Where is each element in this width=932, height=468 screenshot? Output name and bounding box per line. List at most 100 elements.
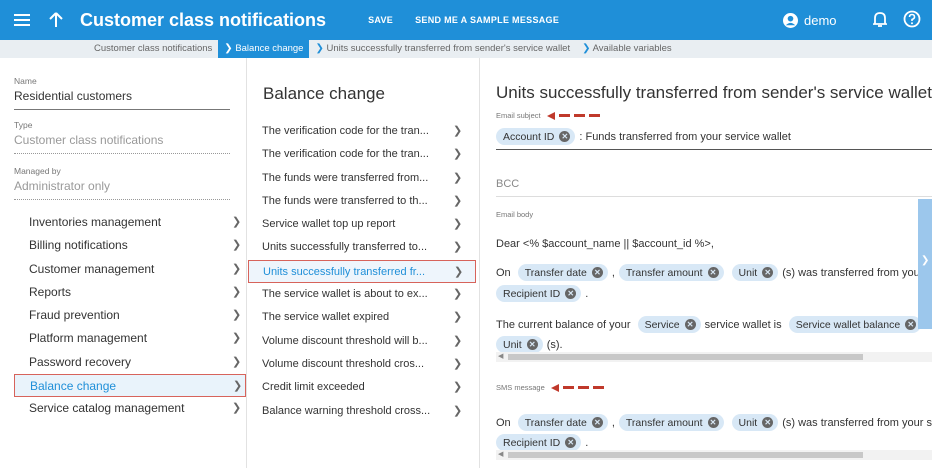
- notification-list-panel: Balance change The verification code for…: [247, 58, 480, 468]
- close-icon[interactable]: ✕: [905, 319, 917, 330]
- help-icon[interactable]: [903, 10, 921, 33]
- body-line[interactable]: The current balance of your Service ✕ ser…: [496, 316, 925, 333]
- close-icon[interactable]: ✕: [684, 319, 696, 330]
- chip-label: Service wallet balance: [795, 318, 901, 331]
- variable-chip[interactable]: Unit ✕: [731, 264, 779, 281]
- variable-chip[interactable]: Account ID ✕: [496, 128, 576, 145]
- up-arrow-icon[interactable]: [42, 0, 70, 40]
- variable-chip[interactable]: Transfer date ✕: [517, 414, 608, 431]
- nav-item-active[interactable]: Balance change ❯: [14, 374, 246, 398]
- chip-label: Recipient ID: [503, 287, 561, 300]
- close-icon[interactable]: ✕: [526, 339, 538, 350]
- item-label: The service wallet expired: [262, 311, 390, 324]
- variable-chip[interactable]: Transfer date ✕: [517, 264, 608, 281]
- nav-item[interactable]: Platform management ❯: [14, 327, 246, 350]
- item-label: Units successfully transferred fr...: [263, 265, 425, 278]
- horizontal-scrollbar[interactable]: ◀: [496, 352, 932, 362]
- breadcrumb-item[interactable]: ❯ Available variables: [576, 40, 678, 58]
- nav-item[interactable]: Customer management ❯: [14, 258, 246, 281]
- item-label: Credit limit exceeded: [262, 381, 365, 394]
- field-label: Managed by: [14, 166, 61, 176]
- arrow-left-icon: [546, 111, 600, 120]
- bcc-field[interactable]: BCC: [496, 178, 932, 197]
- send-sample-button[interactable]: SEND ME A SAMPLE MESSAGE: [415, 15, 559, 25]
- nav-item[interactable]: Billing notifications ❯: [14, 234, 246, 257]
- sms-line[interactable]: On Transfer date ✕, Transfer amount ✕ Unit…: [496, 414, 932, 431]
- label-text: SMS message: [496, 383, 545, 392]
- nav-item[interactable]: Password recovery ❯: [14, 351, 246, 374]
- breadcrumb: Customer class notifications ❯ Balance c…: [0, 40, 932, 58]
- body-line[interactable]: On Transfer date ✕, Transfer amount ✕ Unit…: [496, 264, 932, 281]
- chevron-right-icon: ❯: [453, 218, 463, 231]
- close-icon[interactable]: ✕: [559, 131, 571, 142]
- user-menu[interactable]: demo: [783, 0, 837, 40]
- close-icon[interactable]: ✕: [707, 267, 719, 278]
- variable-chip[interactable]: Recipient ID ✕: [496, 434, 582, 451]
- list-item[interactable]: The funds were transferred to th... ❯: [248, 190, 476, 213]
- body-text: ,: [611, 416, 615, 429]
- close-icon[interactable]: ✕: [565, 288, 577, 299]
- label-text: Email subject: [496, 111, 541, 120]
- chip-label: Recipient ID: [503, 436, 561, 449]
- close-icon[interactable]: ✕: [762, 417, 774, 428]
- list-item[interactable]: The service wallet expired ❯: [248, 306, 476, 329]
- list-item[interactable]: Service wallet top up report ❯: [248, 213, 476, 236]
- variable-chip[interactable]: Recipient ID ✕: [496, 285, 582, 302]
- chevron-right-icon: ❯: [232, 332, 242, 345]
- list-item[interactable]: The verification code for the tran... ❯: [248, 120, 476, 143]
- close-icon[interactable]: ✕: [762, 267, 774, 278]
- menu-icon[interactable]: [2, 0, 42, 40]
- body-greeting[interactable]: Dear <% $account_name || $account_id %>,: [496, 238, 714, 250]
- close-icon[interactable]: ✕: [591, 417, 603, 428]
- close-icon[interactable]: ✕: [591, 267, 603, 278]
- list-item[interactable]: Credit limit exceeded ❯: [248, 376, 476, 399]
- list-item[interactable]: Units successfully transferred to... ❯: [248, 236, 476, 259]
- list-item[interactable]: The funds were transferred from... ❯: [248, 167, 476, 190]
- nav-item[interactable]: Service catalog management ❯: [14, 397, 246, 420]
- variable-chip[interactable]: Unit ✕: [496, 336, 543, 353]
- body-text: The current balance of your: [496, 318, 631, 331]
- list-item[interactable]: Volume discount threshold cros... ❯: [248, 353, 476, 376]
- nav-item[interactable]: Reports ❯: [14, 281, 246, 304]
- breadcrumb-item[interactable]: ❯ Units successfully transferred from se…: [309, 40, 576, 58]
- field-value[interactable]: Residential customers: [14, 89, 230, 110]
- variable-chip[interactable]: Service wallet balance ✕: [788, 316, 922, 333]
- email-body-label: Email body: [496, 210, 534, 219]
- name-field[interactable]: Name Residential customers: [14, 76, 230, 110]
- breadcrumb-item[interactable]: Customer class notifications: [0, 40, 218, 58]
- list-item[interactable]: Volume discount threshold will b... ❯: [248, 330, 476, 353]
- scrollbar-thumb[interactable]: [508, 452, 863, 458]
- sms-line[interactable]: Recipient ID ✕.: [496, 434, 588, 451]
- variable-chip[interactable]: Transfer amount ✕: [618, 414, 724, 431]
- variable-chip[interactable]: Service ✕: [637, 316, 701, 333]
- user-name: demo: [804, 12, 837, 28]
- horizontal-scrollbar[interactable]: ◀: [496, 450, 932, 460]
- list-item-active[interactable]: Units successfully transferred fr... ❯: [248, 259, 476, 284]
- save-button[interactable]: SAVE: [368, 15, 393, 25]
- close-icon[interactable]: ✕: [565, 437, 577, 448]
- breadcrumb-item-active[interactable]: ❯ Balance change: [218, 40, 310, 58]
- scrollbar-thumb[interactable]: [508, 354, 863, 360]
- body-line[interactable]: Recipient ID ✕.: [496, 285, 588, 302]
- nav-item[interactable]: Inventories management ❯: [14, 211, 246, 234]
- list-item[interactable]: Balance warning threshold cross... ❯: [248, 400, 476, 423]
- item-label: The verification code for the tran...: [262, 148, 429, 161]
- nav-item[interactable]: Fraud prevention ❯: [14, 304, 246, 327]
- chip-label: Account ID: [503, 130, 555, 143]
- bell-icon[interactable]: [871, 11, 889, 33]
- side-panel-toggle[interactable]: ❯: [918, 199, 932, 329]
- list-item[interactable]: The verification code for the tran... ❯: [248, 143, 476, 166]
- email-subject-field[interactable]: Account ID ✕ : Funds transferred from you…: [496, 124, 932, 150]
- scroll-left-icon[interactable]: ◀: [498, 450, 503, 460]
- chevron-right-icon: ❯: [453, 241, 463, 254]
- body-line[interactable]: Unit ✕ (s).: [496, 336, 563, 353]
- chip-label: Transfer date: [524, 266, 587, 279]
- variable-chip[interactable]: Transfer amount ✕: [618, 264, 724, 281]
- variable-chip[interactable]: Unit ✕: [731, 414, 779, 431]
- chevron-right-icon: ❯: [453, 288, 463, 301]
- close-icon[interactable]: ✕: [707, 417, 719, 428]
- nav-label: Reports: [29, 284, 72, 299]
- list-item[interactable]: The service wallet is about to ex... ❯: [248, 283, 476, 306]
- chevron-right-icon: ❯: [582, 43, 591, 54]
- scroll-left-icon[interactable]: ◀: [498, 352, 503, 362]
